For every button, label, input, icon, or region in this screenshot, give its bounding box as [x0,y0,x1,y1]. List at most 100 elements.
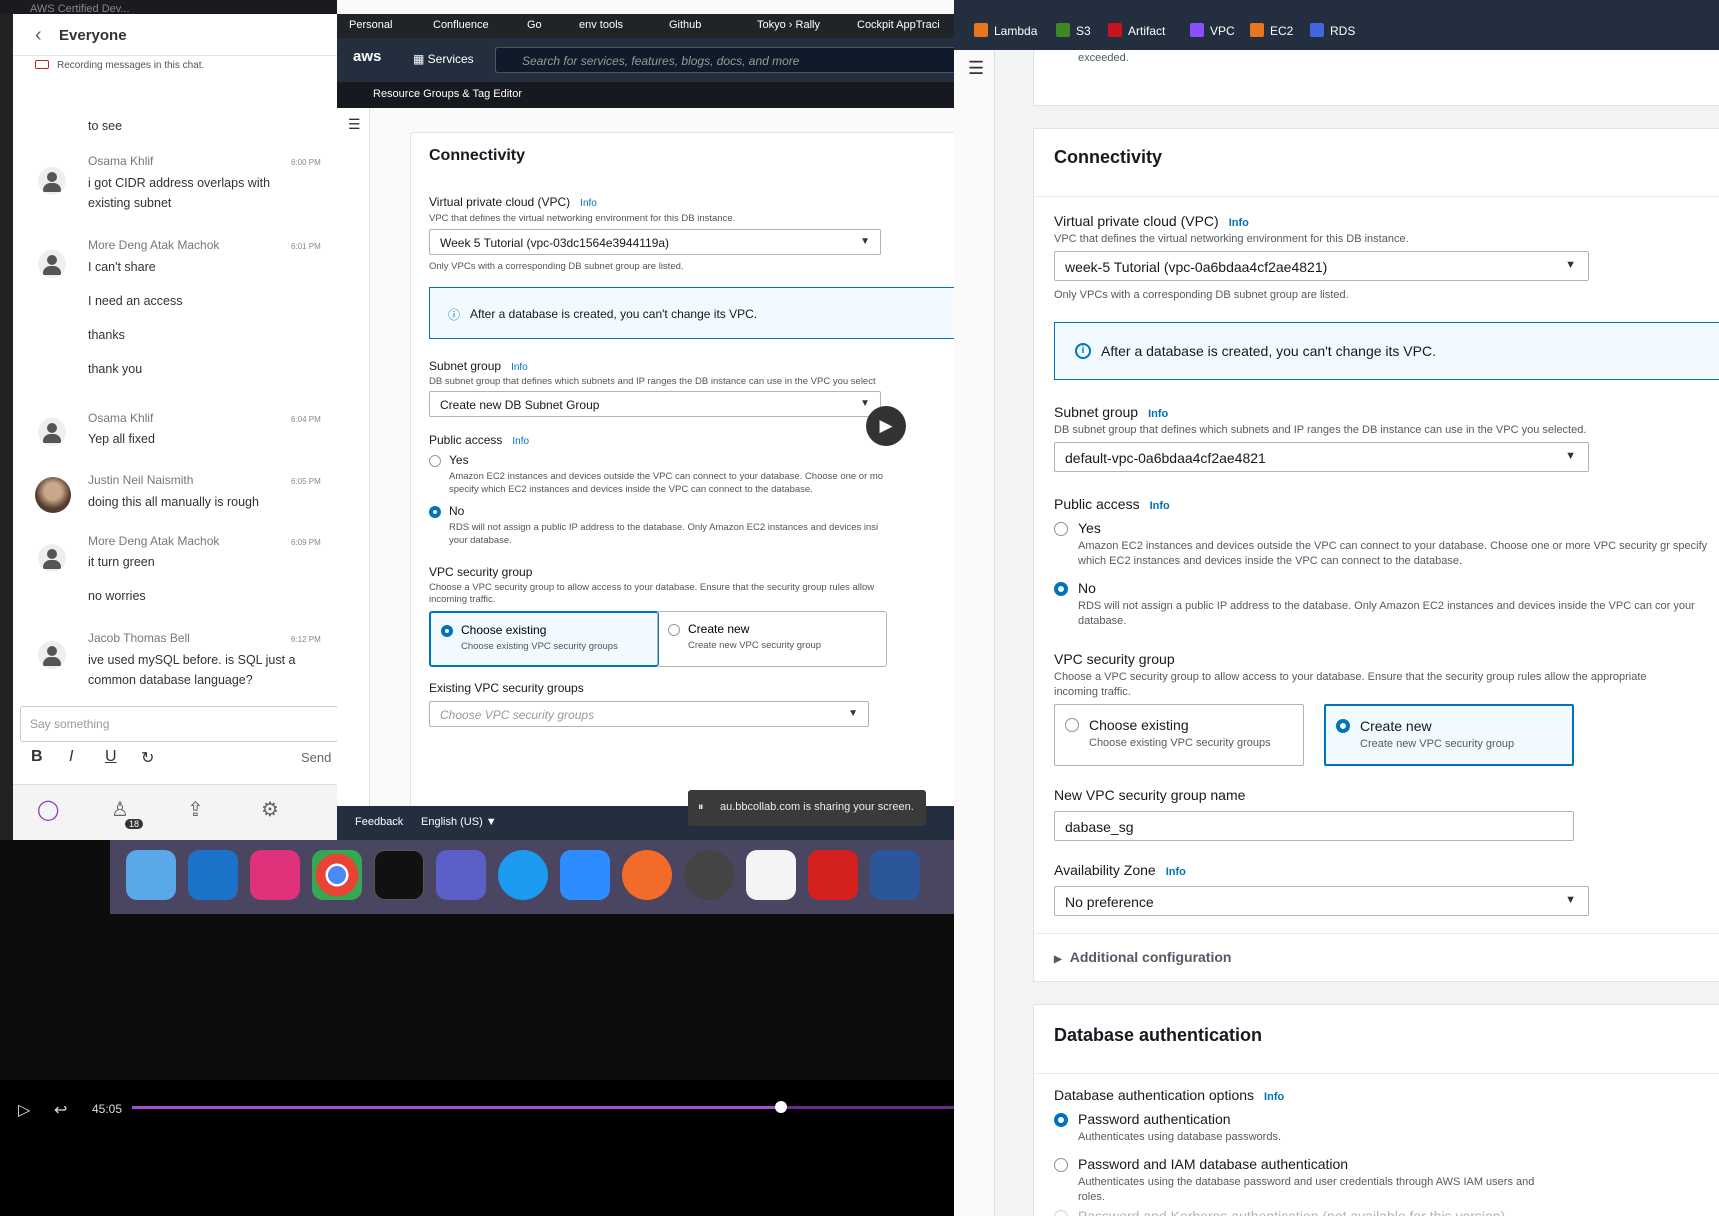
chrome-icon[interactable] [312,850,362,900]
underline-button[interactable]: U [105,748,117,766]
message-text: ive used mySQL before. is SQL just a [88,653,296,667]
subnet-select[interactable]: Create new DB Subnet Group [429,391,881,417]
vpc-icon [1190,23,1204,37]
additional-config-toggle[interactable]: ▶ Additional configuration [1054,949,1231,965]
favorite-artifact[interactable]: Artifact [1108,23,1165,38]
message-text: common database language? [88,673,253,687]
create-new-radio[interactable] [1336,719,1350,733]
textedit-icon[interactable] [746,850,796,900]
video-progress-slider[interactable] [132,1101,954,1113]
avatar [35,477,71,513]
finder-icon[interactable] [126,850,176,900]
password-auth-desc: Authenticates using database passwords. [1078,1131,1282,1143]
feedback-link[interactable]: Feedback [355,816,403,828]
bookmark-item[interactable]: Cockpit AppTraci [857,19,940,31]
public-yes-desc: specify which EC2 instances and devices … [449,484,813,495]
vpc-select[interactable]: week-5 Tutorial (vpc-0a6bdaa4cf2ae4821) [1054,251,1589,281]
public-yes-radio[interactable] [429,455,441,467]
language-select[interactable]: English (US) ▼ [421,816,497,828]
search-input[interactable]: Search for services, features, blogs, do… [495,47,954,73]
video-time: 45:05 [92,1102,123,1116]
share-icon[interactable]: ⇪ [187,797,204,822]
info-link[interactable]: Info [1166,866,1186,878]
message-text: doing this all manually is rough [88,495,259,509]
new-sg-name-label: New VPC security group name [1054,787,1246,803]
aws-topbar [954,0,1719,12]
bookmark-item[interactable]: Github [669,19,701,31]
bold-button[interactable]: B [31,748,43,766]
settings-gear-icon[interactable]: ⚙ [261,797,279,822]
create-new-tile[interactable]: Create new Create new VPC security group [657,611,887,667]
terminal-icon[interactable] [374,850,424,900]
favorite-ec2[interactable]: EC2 [1250,23,1293,38]
acrobat-icon[interactable] [808,850,858,900]
choose-existing-tile[interactable]: Choose existing Choose existing VPC secu… [429,611,659,667]
docker-icon[interactable] [498,850,548,900]
favorite-lambda[interactable]: Lambda [974,23,1037,38]
info-link[interactable]: Info [512,436,529,447]
create-new-tile[interactable]: Create new Create new VPC security group [1324,704,1574,766]
zoom-icon[interactable] [560,850,610,900]
iam-auth-radio[interactable] [1054,1158,1068,1172]
emoji-icon[interactable]: ↻ [141,748,154,768]
bookmark-item[interactable]: Confluence [433,19,489,31]
section-title: Connectivity [1054,147,1163,167]
outlook-icon[interactable] [188,850,238,900]
teams-icon[interactable] [436,850,486,900]
bookmark-item[interactable]: Tokyo › Rally [757,19,820,31]
info-link[interactable]: Info [511,362,528,373]
choose-existing-radio[interactable] [441,625,453,637]
favorite-rds[interactable]: RDS [1310,23,1355,38]
public-yes-radio[interactable] [1054,522,1068,536]
vpc-select[interactable]: Week 5 Tutorial (vpc-03dc1564e3944119a) [429,229,881,255]
play-icon[interactable]: ▷ [18,1100,30,1120]
word-icon[interactable] [870,850,920,900]
public-no-radio[interactable] [1054,582,1068,596]
bookmark-item[interactable]: Go [527,19,542,31]
info-link[interactable]: Info [1264,1091,1284,1103]
services-menu[interactable]: ▦ Services [413,52,474,66]
choose-existing-radio[interactable] [1065,718,1079,732]
participants-icon[interactable]: ♙ [111,797,129,822]
existing-sg-select[interactable]: Choose VPC security groups [429,701,869,727]
favorite-s3[interactable]: S3 [1056,23,1091,38]
info-link[interactable]: Info [1150,500,1170,512]
intellij-icon[interactable] [250,850,300,900]
info-link[interactable]: Info [1229,217,1249,229]
menu-icon[interactable]: ☰ [968,58,984,79]
create-new-radio[interactable] [668,624,680,636]
subnet-select[interactable]: default-vpc-0a6bdaa4cf2ae4821 [1054,442,1589,472]
disk-utility-icon[interactable] [684,850,734,900]
postman-icon[interactable] [622,850,672,900]
info-link[interactable]: Info [1148,408,1168,420]
back-chevron-icon[interactable]: ‹ [35,24,42,47]
menu-icon[interactable]: ☰ [348,116,361,133]
send-button[interactable]: Send [301,750,331,765]
video-play-overlay-button[interactable]: ▶ [866,406,906,446]
video-player: AWS Certified Dev... ‹ Everyone Recordin… [0,0,954,1140]
chat-message-input[interactable]: Say something [20,706,338,742]
italic-button[interactable]: I [69,748,73,766]
bookmark-item[interactable]: env tools [579,19,623,31]
chat-icon[interactable]: ◯ [37,797,59,822]
public-no-radio[interactable] [429,506,441,518]
resource-groups-link[interactable]: Resource Groups & Tag Editor [373,88,522,100]
bookmark-item[interactable]: Personal [349,19,392,31]
pause-icon[interactable]: ⏸ [698,801,704,814]
iam-auth-label: Password and IAM database authentication [1078,1156,1349,1172]
avatar [38,418,66,446]
new-sg-name-input[interactable]: dabase_sg [1054,811,1574,841]
choose-existing-tile[interactable]: Choose existing Choose existing VPC secu… [1054,704,1304,766]
az-select[interactable]: No preference [1054,886,1589,916]
favorite-vpc[interactable]: VPC [1190,23,1235,38]
sidebar: ☰ [954,50,995,1216]
info-link[interactable]: Info [580,198,597,209]
aws-subbar: Resource Groups & Tag Editor [337,82,954,108]
aws-logo[interactable]: aws [353,48,381,65]
choose-existing-title: Choose existing [461,623,547,637]
shared-screen-console: Personal Confluence Go env tools Github … [337,0,954,840]
s3-icon [1056,23,1070,37]
message-text: to see [88,119,123,133]
password-auth-radio[interactable] [1054,1113,1068,1127]
rewind-icon[interactable]: ↩ [54,1100,67,1120]
